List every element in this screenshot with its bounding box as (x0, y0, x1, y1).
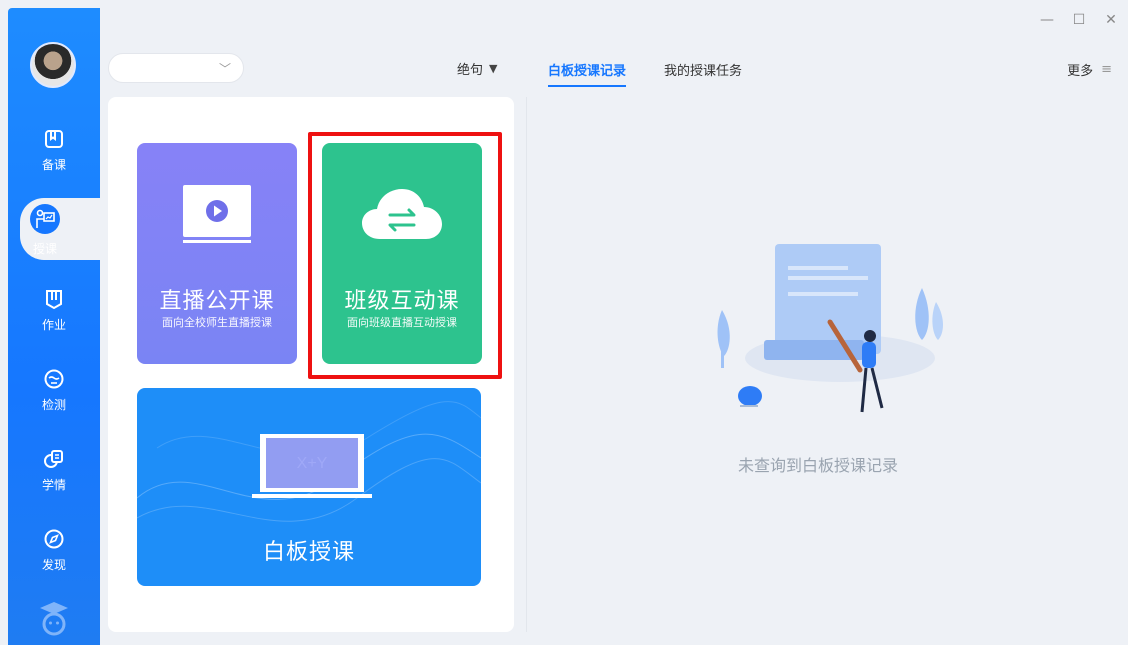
class-interactive-course-card[interactable]: 班级互动课 面向班级直播互动授课 (322, 143, 482, 364)
whiteboard-teaching-card[interactable]: X+Y 白板授课 (137, 388, 481, 586)
analysis-icon (43, 448, 65, 470)
more-label: 更多 (1067, 64, 1094, 79)
sidebar-item-label: 检测 (41, 398, 66, 412)
compass-icon (43, 528, 65, 550)
empty-state-illustration (717, 244, 943, 413)
record-tabs: 白板授课记录 我的授课任务 (548, 60, 742, 87)
sidebar-item-label: 学情 (41, 478, 66, 492)
sidebar-item-homework[interactable]: 作业 (8, 280, 100, 342)
sidebar-item-teach[interactable]: 授课 (20, 198, 100, 260)
live-public-class-card[interactable]: 直播公开课 面向全校师生直播授课 (137, 143, 297, 364)
video-play-icon (183, 185, 251, 243)
sidebar-item-analysis[interactable]: 学情 (8, 440, 100, 502)
card-title: 直播公开课 (159, 289, 275, 314)
cloud-sync-icon (362, 189, 442, 239)
sidebar-item-label: 发现 (41, 558, 66, 572)
homework-icon (43, 288, 65, 310)
sidebar-item-test[interactable]: 检测 (8, 360, 100, 422)
test-icon (43, 368, 65, 390)
whiteboard-formula: X+Y (297, 455, 328, 472)
minimize-button[interactable]: — (1040, 12, 1054, 28)
card-subtitle: 面向班级直播互动授课 (347, 316, 457, 329)
owl-logo-icon (38, 600, 70, 636)
sidebar-item-discover[interactable]: 发现 (8, 520, 100, 582)
sidebar: 备课 授课 作业 检测 学情 发现 (8, 8, 100, 645)
sidebar-item-label: 授课 (32, 242, 57, 256)
book-icon (43, 128, 65, 150)
maximize-button[interactable]: ☐ (1072, 12, 1086, 28)
empty-state-message: 未查询到白板授课记录 (738, 456, 899, 475)
sort-label: 绝句 (457, 63, 484, 78)
chevron-down-icon: ﹀ (218, 62, 231, 76)
sort-selector[interactable]: 绝句 ▼ (457, 59, 497, 78)
card-title: 白板授课 (262, 540, 355, 565)
class-select-dropdown[interactable]: ﹀ (108, 53, 244, 83)
close-button[interactable]: ✕ (1104, 12, 1118, 28)
card-title: 班级互动课 (344, 289, 460, 314)
sidebar-item-label: 作业 (41, 318, 66, 332)
whiteboard-icon: X+Y (252, 434, 372, 498)
panel-divider (526, 97, 527, 632)
menu-icon: ≡ (1101, 62, 1112, 77)
avatar[interactable] (30, 42, 76, 88)
app-window: — ☐ ✕ 备课 授课 作业 检测 学情 发现 ﹀ 绝句 ▼ 直播公开课 面向全… (0, 0, 1128, 645)
more-button[interactable]: 更多 ≡ (1067, 60, 1112, 79)
triangle-down-icon: ▼ (489, 62, 498, 75)
teacher-board-icon (30, 204, 60, 234)
tab-whiteboard-records[interactable]: 白板授课记录 (548, 60, 627, 87)
card-subtitle: 面向全校师生直播授课 (162, 316, 272, 329)
tab-my-teaching-tasks[interactable]: 我的授课任务 (664, 60, 742, 87)
window-controls: — ☐ ✕ (1040, 12, 1118, 28)
sidebar-item-label: 备课 (41, 158, 66, 172)
sidebar-item-prepare[interactable]: 备课 (8, 120, 100, 182)
